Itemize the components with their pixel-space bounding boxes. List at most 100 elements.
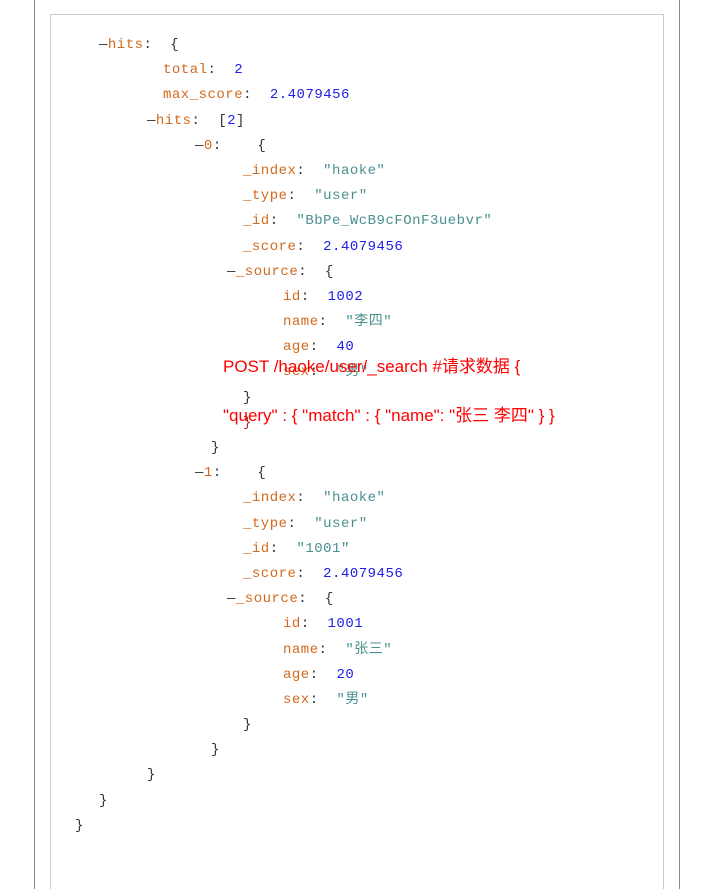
number-token: 1001 — [328, 616, 364, 632]
punct-token: : — [288, 516, 315, 532]
string-token: "男" — [336, 692, 368, 708]
json-content-box: —hits: {total: 2max_score: 2.4079456—hit… — [50, 14, 664, 889]
string-token: "李四" — [345, 314, 392, 330]
punct-token: : — [296, 239, 323, 255]
json-line: total: 2 — [75, 58, 663, 83]
json-line: _score: 2.4079456 — [75, 562, 663, 587]
json-line: _score: 2.4079456 — [75, 235, 663, 260]
number-token: 1002 — [328, 289, 364, 305]
punct-token: : { — [213, 465, 266, 481]
punct-token: : — [319, 314, 346, 330]
json-line: } — [75, 789, 663, 814]
json-line: } — [75, 814, 663, 839]
json-line: id: 1002 — [75, 285, 663, 310]
punct-token: : [ — [192, 113, 228, 129]
overlay-line-1: POST /haoke/user/_search #请求数据 { — [223, 352, 520, 377]
key-token: _source — [236, 264, 298, 280]
number-token: 2.4079456 — [323, 239, 403, 255]
key-token: _id — [243, 541, 270, 557]
key-token: 1 — [204, 465, 213, 481]
toggle-token: — — [227, 264, 236, 280]
json-line: name: "李四" — [75, 310, 663, 335]
punct-token: : — [301, 289, 328, 305]
string-token: "BbPe_WcB9cFOnF3uebvr" — [296, 213, 492, 229]
string-token: "user" — [314, 516, 367, 532]
number-token: 2.4079456 — [323, 566, 403, 582]
toggle-token: — — [195, 138, 204, 154]
string-token: "user" — [314, 188, 367, 204]
json-line: _index: "haoke" — [75, 486, 663, 511]
json-line: } — [75, 713, 663, 738]
json-line: —_source: { — [75, 260, 663, 285]
punct-token: : — [243, 87, 270, 103]
key-token: sex — [283, 692, 310, 708]
string-token: "1001" — [296, 541, 349, 557]
json-line: —hits: [2] — [75, 109, 663, 134]
punct-token: : — [270, 541, 297, 557]
punct-token: : — [319, 642, 346, 658]
punct-token: } — [211, 440, 220, 456]
punct-token: : — [270, 213, 297, 229]
punct-token: } — [211, 742, 220, 758]
punct-token: ] — [236, 113, 245, 129]
key-token: name — [283, 642, 319, 658]
number-token: 2 — [234, 62, 243, 78]
key-token: id — [283, 616, 301, 632]
punct-token: : { — [144, 37, 180, 53]
punct-token: } — [75, 818, 84, 834]
json-line: _type: "user" — [75, 512, 663, 537]
toggle-token: — — [227, 591, 236, 607]
string-token: "haoke" — [323, 163, 385, 179]
json-line: —1: { — [75, 461, 663, 486]
toggle-token: — — [99, 37, 108, 53]
number-token: 20 — [336, 667, 354, 683]
punct-token: : — [296, 163, 323, 179]
key-token: _index — [243, 163, 296, 179]
key-token: hits — [156, 113, 192, 129]
json-line: _type: "user" — [75, 184, 663, 209]
punct-token: } — [147, 767, 156, 783]
punct-token: : { — [213, 138, 266, 154]
toggle-token: — — [195, 465, 204, 481]
json-line: age: 20 — [75, 663, 663, 688]
key-token: _score — [243, 239, 296, 255]
key-token: _id — [243, 213, 270, 229]
json-line: —0: { — [75, 134, 663, 159]
key-token: 0 — [204, 138, 213, 154]
json-line: _index: "haoke" — [75, 159, 663, 184]
punct-token: } — [243, 717, 252, 733]
punct-token: } — [99, 793, 108, 809]
json-line: max_score: 2.4079456 — [75, 83, 663, 108]
json-line: name: "张三" — [75, 638, 663, 663]
json-line: —hits: { — [75, 33, 663, 58]
key-token: _source — [236, 591, 298, 607]
key-token: _score — [243, 566, 296, 582]
key-token: age — [283, 667, 310, 683]
punct-token: : — [296, 566, 323, 582]
json-line: _id: "BbPe_WcB9cFOnF3uebvr" — [75, 209, 663, 234]
key-token: name — [283, 314, 319, 330]
json-line: } — [75, 738, 663, 763]
key-token: _type — [243, 516, 288, 532]
overlay-line-2: "query" : { "match" : { "name": "张三 李四" … — [223, 401, 555, 426]
toggle-token: — — [147, 113, 156, 129]
json-lines-container: —hits: {total: 2max_score: 2.4079456—hit… — [75, 33, 663, 839]
punct-token: : — [301, 616, 328, 632]
json-line: } — [75, 436, 663, 461]
json-line: —_source: { — [75, 587, 663, 612]
key-token: _type — [243, 188, 288, 204]
key-token: id — [283, 289, 301, 305]
punct-token: : — [310, 667, 337, 683]
key-token: _index — [243, 490, 296, 506]
key-token: hits — [108, 37, 144, 53]
string-token: "张三" — [345, 642, 392, 658]
number-token: 2.4079456 — [270, 87, 350, 103]
punct-token: : — [310, 692, 337, 708]
punct-token: : — [288, 188, 315, 204]
number-token: 2 — [227, 113, 236, 129]
json-line: } — [75, 763, 663, 788]
punct-token: : { — [298, 591, 334, 607]
key-token: total — [163, 62, 208, 78]
string-token: "haoke" — [323, 490, 385, 506]
key-token: max_score — [163, 87, 243, 103]
